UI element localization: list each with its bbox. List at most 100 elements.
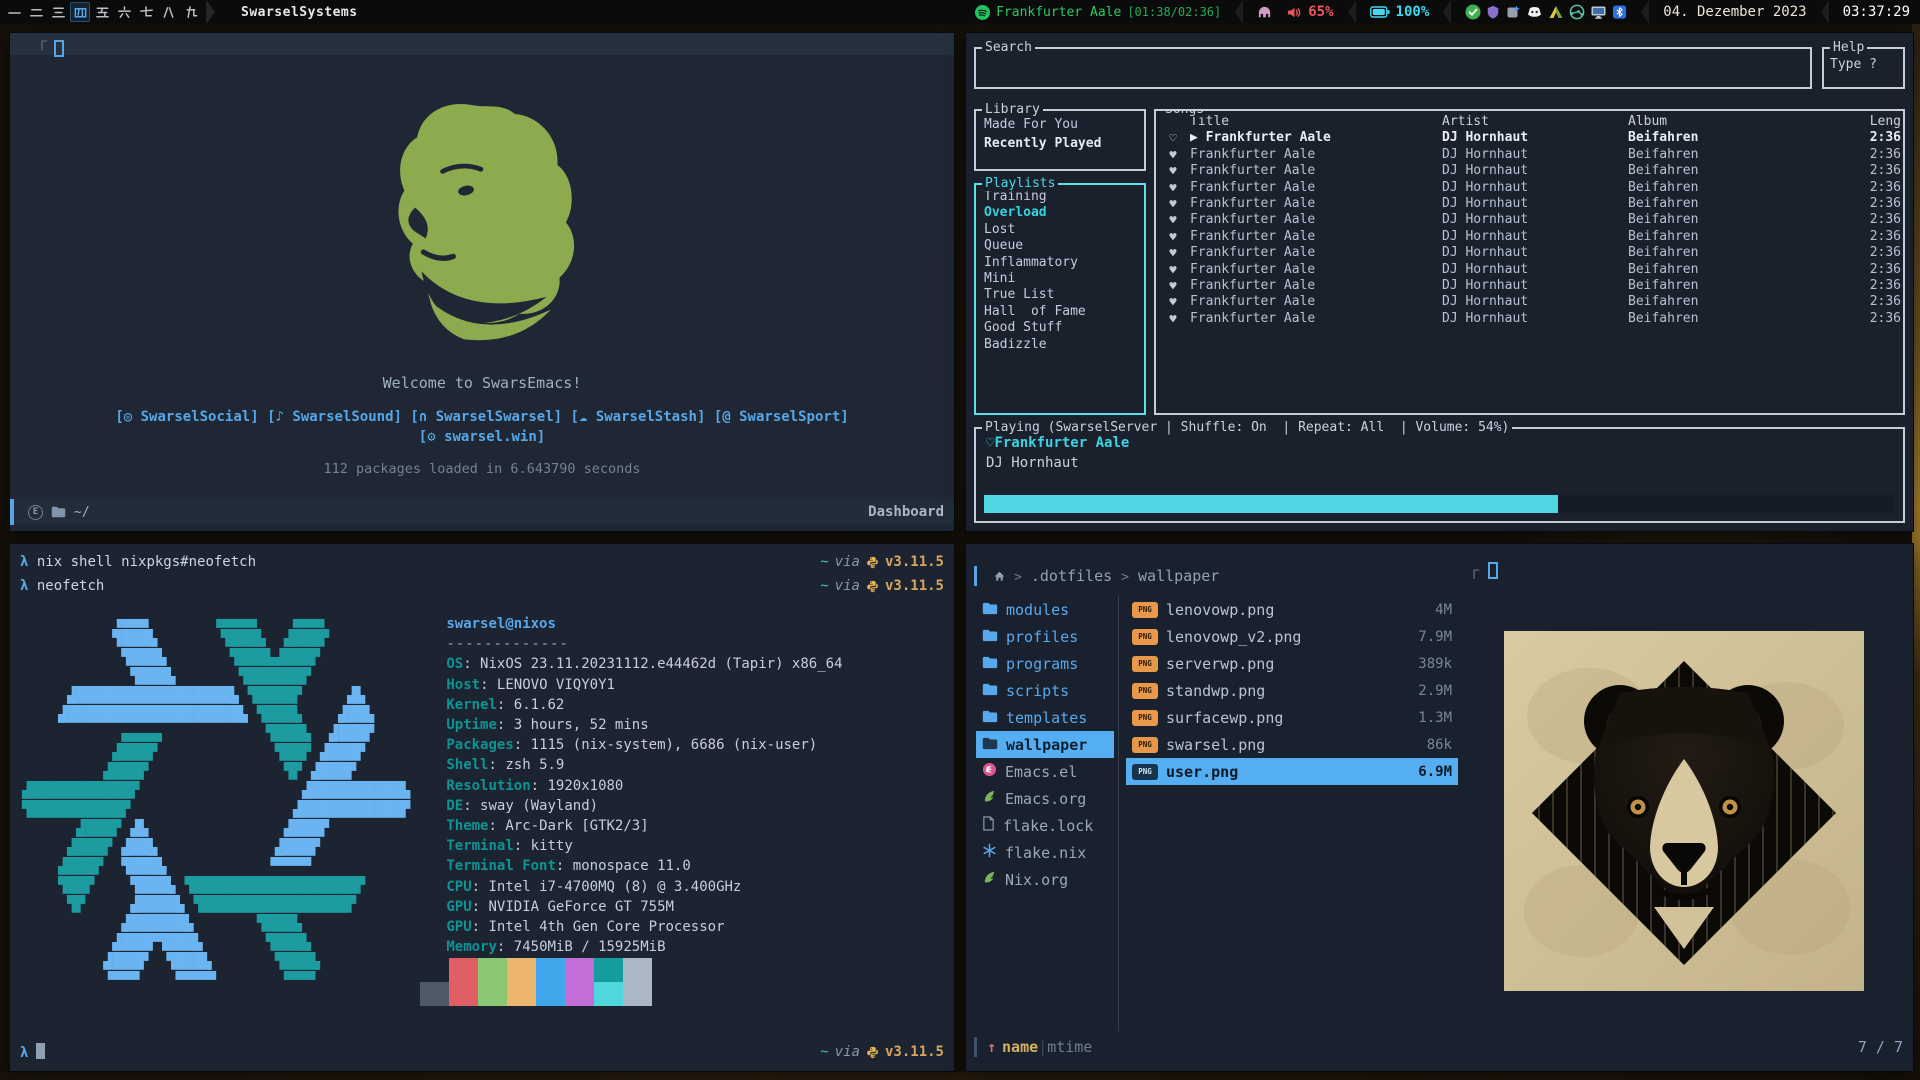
sidebar-item-flake.nix[interactable]: flake.nix	[976, 839, 1114, 866]
file-entry-lenovowp_v2.png[interactable]: PNGlenovowp_v2.png7.9M	[1126, 623, 1458, 650]
folder-icon	[51, 506, 66, 518]
sidebar-item-scripts[interactable]: scripts	[976, 677, 1114, 704]
playlist-item[interactable]: Good Stuff	[976, 320, 1144, 336]
sidebar-item-templates[interactable]: templates	[976, 704, 1114, 731]
shield-icon[interactable]	[1486, 4, 1500, 20]
library-item[interactable]: Made For You	[976, 115, 1144, 134]
song-row[interactable]: ♥Frankfurter AaleDJ HornhautBeifahren2:3…	[1156, 180, 1903, 196]
favorite-heart-icon[interactable]: ♥	[1156, 212, 1190, 228]
workspace-8[interactable]	[158, 2, 178, 22]
workspace-1[interactable]	[4, 2, 24, 22]
display-icon[interactable]	[1590, 4, 1607, 20]
now-playing-widget[interactable]: Frankfurter Aale [01:38/02:36]	[975, 5, 1221, 20]
dashboard-button-swarselsport[interactable]: [@ SwarselSport]	[714, 409, 849, 425]
favorite-heart-icon[interactable]: ♥	[1156, 229, 1190, 245]
search-box[interactable]: Search	[974, 47, 1812, 89]
bluetooth-icon[interactable]	[1612, 4, 1627, 20]
workspace-7[interactable]	[136, 2, 156, 22]
song-album: Beifahren	[1628, 245, 1832, 261]
sort-key[interactable]: name	[1002, 1038, 1038, 1056]
bar-right: Frankfurter Aale [01:38/02:36] 65% 100% …	[975, 0, 1920, 24]
python-version: v3.11.5	[885, 1044, 944, 1060]
swarsel-win-button[interactable]: [⚙ swarsel.win]	[10, 429, 954, 445]
favorite-heart-icon[interactable]: ♡	[1156, 130, 1190, 146]
dashboard-button-swarselsocial[interactable]: [◎ SwarselSocial]	[115, 409, 258, 425]
playlist-item[interactable]: Lost	[976, 222, 1144, 238]
favorite-heart-icon[interactable]: ♥	[1156, 163, 1190, 179]
playlist-item[interactable]: Overload	[976, 205, 1144, 221]
emacs-buffer-icon: E	[28, 505, 43, 520]
check-icon[interactable]	[1465, 4, 1481, 20]
bridge-icon[interactable]	[1257, 5, 1272, 20]
playlist-item[interactable]: Training	[976, 189, 1144, 205]
favorite-heart-icon[interactable]: ♥	[1156, 278, 1190, 294]
song-row[interactable]: ♥Frankfurter AaleDJ HornhautBeifahren2:3…	[1156, 278, 1903, 294]
playlist-item[interactable]: Hall of Fame	[976, 304, 1144, 320]
favorite-heart-icon[interactable]: ♥	[1156, 262, 1190, 278]
clock-time[interactable]: 03:37:29	[1843, 4, 1910, 20]
playlist-item[interactable]: Inflammatory	[976, 255, 1144, 271]
workspace-2[interactable]	[26, 2, 46, 22]
syncthing-icon[interactable]	[1569, 4, 1585, 20]
song-row[interactable]: ♥Frankfurter AaleDJ HornhautBeifahren2:3…	[1156, 262, 1903, 278]
connect-icon[interactable]	[1505, 4, 1521, 20]
playlist-item[interactable]: Queue	[976, 238, 1144, 254]
dashboard-button-swarselswarsel[interactable]: [∩ SwarselSwarsel]	[410, 409, 562, 425]
library-item[interactable]: Recently Played	[976, 134, 1144, 153]
workspace-6[interactable]	[114, 2, 134, 22]
volume-widget[interactable]: 65%	[1286, 4, 1333, 20]
dashboard-button-swarselsound[interactable]: [♪ SwarselSound]	[267, 409, 402, 425]
progress-bar[interactable]	[984, 495, 1895, 513]
song-length: 2:36	[1832, 262, 1903, 278]
favorite-heart-icon[interactable]: ♥	[1156, 311, 1190, 327]
sidebar-item-flake.lock[interactable]: flake.lock	[976, 812, 1114, 839]
song-row[interactable]: ♥Frankfurter AaleDJ HornhautBeifahren2:3…	[1156, 294, 1903, 310]
sidebar-item-nix.org[interactable]: Nix.org	[976, 866, 1114, 893]
discord-icon[interactable]	[1526, 4, 1543, 20]
song-row[interactable]: ♥Frankfurter AaleDJ HornhautBeifahren2:3…	[1156, 229, 1903, 245]
tent-icon[interactable]	[1548, 4, 1564, 20]
workspace-5[interactable]	[92, 2, 112, 22]
breadcrumb-segment[interactable]: wallpaper	[1138, 567, 1219, 585]
playlist-item[interactable]: Mini	[976, 271, 1144, 287]
sidebar-item-emacs.org[interactable]: Emacs.org	[976, 785, 1114, 812]
sidebar-item-wallpaper[interactable]: wallpaper	[976, 731, 1114, 758]
favorite-heart-icon[interactable]: ♥	[1156, 147, 1190, 163]
song-row[interactable]: ♥Frankfurter AaleDJ HornhautBeifahren2:3…	[1156, 245, 1903, 261]
song-row[interactable]: ♥Frankfurter AaleDJ HornhautBeifahren2:3…	[1156, 196, 1903, 212]
sidebar-item-modules[interactable]: modules	[976, 596, 1114, 623]
sort-direction-icon[interactable]: ↑	[987, 1038, 996, 1056]
file-entry-swarsel.png[interactable]: PNGswarsel.png86k	[1126, 731, 1458, 758]
sidebar-item-emacs.el[interactable]: Emacs.el	[976, 758, 1114, 785]
dashboard-button-swarselstash[interactable]: [☁ SwarselStash]	[571, 409, 706, 425]
workspace-3[interactable]	[48, 2, 68, 22]
workspace-9[interactable]	[180, 2, 200, 22]
file-name: lenovowp.png	[1166, 601, 1274, 619]
breadcrumb-segment[interactable]: .dotfiles	[1031, 567, 1112, 585]
workspace-4[interactable]	[70, 2, 90, 22]
favorite-heart-icon[interactable]: ♥	[1156, 245, 1190, 261]
favorite-heart-icon[interactable]: ♥	[1156, 196, 1190, 212]
sort-alt-key[interactable]: mtime	[1047, 1038, 1092, 1056]
sidebar-item-profiles[interactable]: profiles	[976, 623, 1114, 650]
favorite-heart-icon[interactable]: ♥	[1156, 294, 1190, 310]
favorite-heart-icon[interactable]: ♥	[1156, 180, 1190, 196]
battery-widget[interactable]: 100%	[1370, 4, 1430, 20]
file-entry-lenovowp.png[interactable]: PNGlenovowp.png4M	[1126, 596, 1458, 623]
playlist-item[interactable]: Badizzle	[976, 337, 1144, 353]
song-row[interactable]: ♥Frankfurter AaleDJ HornhautBeifahren2:3…	[1156, 147, 1903, 163]
sidebar-item-programs[interactable]: programs	[976, 650, 1114, 677]
file-entry-standwp.png[interactable]: PNGstandwp.png2.9M	[1126, 677, 1458, 704]
playlist-item[interactable]: True List	[976, 287, 1144, 303]
neofetch-field: Resolution: 1920x1080	[446, 776, 842, 796]
file-entry-surfacewp.png[interactable]: PNGsurfacewp.png1.3M	[1126, 704, 1458, 731]
wallpaper-edge	[1912, 24, 1920, 1080]
song-row[interactable]: ♥Frankfurter AaleDJ HornhautBeifahren2:3…	[1156, 163, 1903, 179]
song-row[interactable]: ♡▶ Frankfurter AaleDJ HornhautBeifahren2…	[1156, 130, 1903, 146]
file-entry-serverwp.png[interactable]: PNGserverwp.png389k	[1126, 650, 1458, 677]
song-row[interactable]: ♥Frankfurter AaleDJ HornhautBeifahren2:3…	[1156, 212, 1903, 228]
terminal-window[interactable]: λ nix shell nixpkgs#neofetch~viav3.11.5λ…	[10, 544, 954, 1071]
file-entry-user.png[interactable]: PNGuser.png6.9M	[1126, 758, 1458, 785]
clock-date[interactable]: 04. Dezember 2023	[1663, 4, 1806, 20]
song-row[interactable]: ♥Frankfurter AaleDJ HornhautBeifahren2:3…	[1156, 311, 1903, 327]
